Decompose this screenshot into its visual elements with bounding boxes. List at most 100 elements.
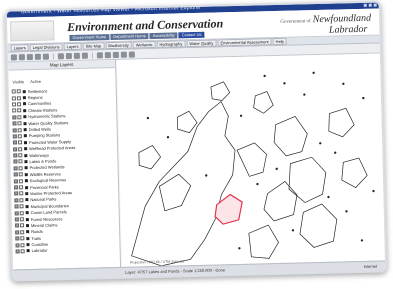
visible-checkbox[interactable]: [15, 249, 20, 254]
map-view[interactable]: Projection: NAD 83 / UTM Zone 21: [116, 53, 385, 267]
visible-checkbox[interactable]: [13, 147, 18, 152]
active-radio[interactable]: [17, 127, 22, 132]
station-point[interactable]: [205, 174, 208, 177]
active-radio[interactable]: [17, 134, 22, 139]
active-radio[interactable]: [19, 191, 24, 196]
station-point[interactable]: [319, 142, 322, 145]
active-radio[interactable]: [18, 159, 23, 164]
station-point[interactable]: [166, 135, 170, 139]
active-radio[interactable]: [19, 217, 24, 222]
close-icon[interactable]: [373, 3, 377, 7]
pan-icon[interactable]: [26, 53, 33, 61]
visible-checkbox[interactable]: [14, 185, 19, 190]
active-radio[interactable]: [19, 198, 24, 203]
station-point[interactable]: [146, 116, 150, 120]
tab-help[interactable]: Help: [272, 37, 287, 46]
tab-site-map[interactable]: Site Map: [82, 42, 105, 50]
visible-checkbox[interactable]: [13, 166, 18, 171]
visible-checkbox[interactable]: [12, 115, 17, 120]
nav-department-home[interactable]: Department Home: [110, 33, 149, 41]
station-point[interactable]: [256, 182, 259, 186]
tab-layers-2[interactable]: Layers: [63, 42, 82, 51]
tab-biodiversity[interactable]: Biodiversity: [105, 41, 132, 50]
nav-contact-us[interactable]: Contact Us: [178, 31, 205, 39]
visible-checkbox[interactable]: [14, 217, 19, 222]
visible-checkbox[interactable]: [13, 153, 18, 158]
active-radio[interactable]: [20, 236, 25, 241]
visible-checkbox[interactable]: [14, 198, 19, 203]
station-point[interactable]: [334, 151, 337, 154]
station-point[interactable]: [303, 93, 306, 96]
visible-checkbox[interactable]: [11, 95, 16, 101]
help-icon[interactable]: [128, 51, 135, 58]
station-point[interactable]: [263, 74, 266, 78]
station-point[interactable]: [345, 210, 348, 213]
nav-government-home[interactable]: Government Home: [69, 34, 110, 42]
station-point[interactable]: [275, 167, 278, 171]
select-icon[interactable]: [65, 53, 72, 60]
visible-checkbox[interactable]: [14, 223, 20, 228]
active-radio[interactable]: [17, 115, 22, 120]
active-radio[interactable]: [20, 242, 25, 247]
station-point[interactable]: [238, 247, 241, 250]
active-radio[interactable]: [19, 204, 24, 209]
maximize-icon[interactable]: [368, 3, 372, 7]
tab-environmental-assessment[interactable]: Environmental Assessment: [217, 38, 272, 47]
minimize-icon[interactable]: [363, 3, 367, 7]
identify-icon[interactable]: [42, 53, 49, 60]
station-point[interactable]: [239, 114, 243, 117]
visible-checkbox[interactable]: [12, 121, 17, 126]
visible-checkbox[interactable]: [12, 134, 17, 139]
zoom-out-icon[interactable]: [18, 54, 25, 61]
overview-icon[interactable]: [120, 51, 127, 58]
layer-row[interactable]: Labrador: [13, 246, 120, 255]
station-point[interactable]: [327, 195, 330, 199]
station-point[interactable]: [283, 82, 286, 85]
tab-water-quality[interactable]: Water Quality: [186, 39, 217, 48]
tab-layers[interactable]: Layers: [10, 44, 29, 52]
station-point[interactable]: [362, 96, 365, 100]
active-radio[interactable]: [16, 95, 21, 100]
refresh-icon[interactable]: [112, 51, 119, 59]
active-radio[interactable]: [16, 89, 21, 94]
visible-checkbox[interactable]: [14, 191, 19, 196]
visible-checkbox[interactable]: [15, 236, 20, 241]
active-radio[interactable]: [17, 140, 23, 145]
visible-checkbox[interactable]: [15, 242, 20, 248]
tab-legal-divisions[interactable]: Legal Divisions: [29, 43, 63, 52]
station-point[interactable]: [291, 229, 295, 232]
visible-checkbox[interactable]: [15, 230, 20, 235]
station-point[interactable]: [372, 189, 375, 193]
active-radio[interactable]: [18, 172, 23, 177]
active-radio[interactable]: [17, 108, 22, 113]
station-point[interactable]: [312, 71, 315, 74]
map-canvas[interactable]: [117, 53, 385, 267]
back-icon[interactable]: [96, 52, 103, 59]
visible-checkbox[interactable]: [11, 89, 16, 94]
visible-checkbox[interactable]: [12, 127, 17, 133]
active-radio[interactable]: [19, 223, 25, 228]
visible-checkbox[interactable]: [12, 140, 18, 145]
station-point[interactable]: [342, 82, 345, 85]
full-extent-icon[interactable]: [34, 53, 41, 60]
visible-checkbox[interactable]: [13, 172, 18, 177]
tab-hydrography[interactable]: Hydrography: [156, 40, 186, 48]
visible-checkbox[interactable]: [12, 102, 17, 107]
visible-checkbox[interactable]: [13, 179, 18, 184]
measure-icon[interactable]: [57, 53, 64, 60]
forward-icon[interactable]: [104, 52, 111, 59]
active-radio[interactable]: [17, 121, 22, 126]
visible-checkbox[interactable]: [12, 108, 17, 113]
station-point[interactable]: [360, 239, 364, 242]
active-radio[interactable]: [18, 166, 23, 171]
active-radio[interactable]: [19, 185, 24, 190]
active-radio[interactable]: [17, 102, 22, 107]
active-radio[interactable]: [18, 153, 23, 158]
active-radio[interactable]: [20, 230, 25, 235]
tab-wetlands[interactable]: Wetlands: [132, 40, 156, 49]
selected-area[interactable]: [214, 193, 243, 225]
active-radio[interactable]: [19, 210, 24, 215]
active-radio[interactable]: [18, 146, 23, 152]
clear-icon[interactable]: [73, 52, 80, 59]
visible-checkbox[interactable]: [13, 159, 18, 164]
